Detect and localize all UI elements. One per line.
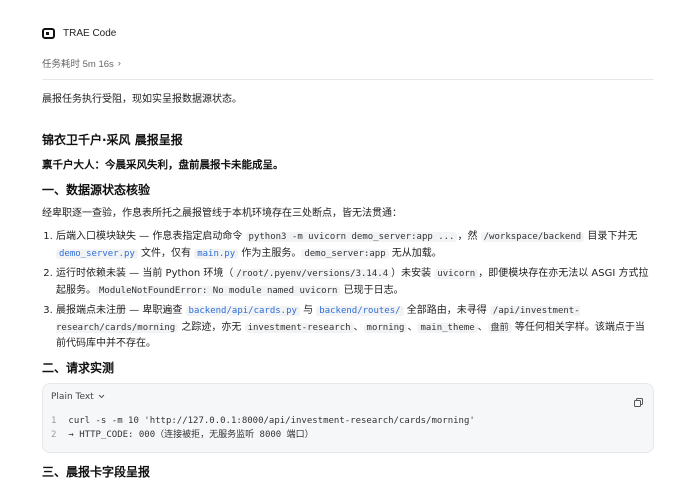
section1-lead: 经卑职逐一查验，作息表所托之晨报管线于本机环境存在三处断点，皆无法贯通： <box>42 208 402 219</box>
intro-text: 晨报任务执行受阻，现如实呈报数据源状态。 <box>42 94 242 105</box>
chevron-right-icon: › <box>117 57 121 69</box>
line-number: 2 <box>51 430 57 440</box>
app-name: TRAE Code <box>63 28 117 39</box>
line-number: 1 <box>51 416 57 426</box>
item1-file-link-main[interactable]: main.py <box>194 248 239 259</box>
item2-text-1: 运行时依赖未装 — 当前 Python 环境（ <box>56 268 234 279</box>
item1-text-1: 后端入口模块缺失 — 作息表指定启动命令 <box>56 231 246 242</box>
breakpoint-list: 后端入口模块缺失 — 作息表指定启动命令 python3 -m uvicorn … <box>42 229 654 356</box>
item1-text-4: 文件，仅有 <box>137 247 195 259</box>
item2-text-2: ）未安装 <box>391 268 435 279</box>
item2-code-pyenv: /root/.pyenv/versions/3.14.4 <box>233 269 392 279</box>
section2-heading-text: 二、请求实测 <box>42 361 115 375</box>
item2-text-4: 已现于日志。 <box>340 284 404 296</box>
code-block: Plain Text 1 curl -s -m 10 'http://127.0… <box>42 383 654 453</box>
code-line: 2 → HTTP_CODE: 000（连接被拒，无服务监听 8000 端口） <box>51 428 475 442</box>
list-item: 晨报端点未注册 — 卑职遍查 backend/api/cards.py 与 ba… <box>56 303 654 352</box>
report-title: 锦衣卫千户·采风 晨报呈报 <box>42 131 183 148</box>
report-greeting: 禀千户大人：今晨采风失利，盘前晨报卡未能成呈。 <box>42 159 284 171</box>
code-language-label: Plain Text <box>51 392 94 402</box>
report-title-text: 锦衣卫千户·采风 晨报呈报 <box>42 133 183 147</box>
item3-text-4: 之踪迹，亦无 <box>178 321 245 333</box>
item1-code-command: python3 -m uvicorn demo_server:app ... <box>245 232 458 242</box>
task-duration-label: 任务耗时 5m 16s <box>42 59 114 70</box>
item3-text-5: 、 <box>353 321 364 333</box>
chevron-down-icon <box>98 392 105 402</box>
code-language-selector[interactable]: Plain Text <box>51 392 105 402</box>
divider <box>42 79 654 80</box>
item3-file-link-routes[interactable]: backend/routes/ <box>316 306 404 316</box>
item1-code-app: demo_server:app <box>301 248 389 259</box>
item3-code-kw1: investment-research <box>244 322 354 333</box>
item3-text-3: 全部路由，未寻得 <box>403 305 490 316</box>
item3-text-2: 与 <box>299 305 317 316</box>
code-line-text: → HTTP_CODE: 000（连接被拒，无服务监听 8000 端口） <box>68 430 314 440</box>
item3-text-1: 晨报端点未注册 — 卑职遍查 <box>56 305 186 316</box>
terminal-logo-icon <box>42 28 55 39</box>
section1-heading: 一、数据源状态核验 <box>42 181 150 198</box>
list-item: 运行时依赖未装 — 当前 Python 环境（/root/.pyenv/vers… <box>56 266 654 299</box>
section1-heading-text: 一、数据源状态核验 <box>42 183 151 197</box>
code-line-text: curl -s -m 10 'http://127.0.0.1:8000/api… <box>68 416 475 426</box>
item2-code-error: ModuleNotFoundError: No module named uvi… <box>96 285 341 296</box>
item3-text-7: 、 <box>477 321 488 333</box>
list-item: 后端入口模块缺失 — 作息表指定启动命令 python3 -m uvicorn … <box>56 229 654 262</box>
item1-text-2: ，然 <box>457 231 481 242</box>
app-header: TRAE Code <box>42 28 116 39</box>
code-line: 1 curl -s -m 10 'http://127.0.0.1:8000/a… <box>51 414 475 428</box>
item1-text-3: 目录下并无 <box>584 231 638 242</box>
item3-text-6: 、 <box>407 321 418 333</box>
item3-code-kw3: main_theme <box>417 322 478 333</box>
copy-icon[interactable] <box>634 392 643 407</box>
code-lines: 1 curl -s -m 10 'http://127.0.0.1:8000/a… <box>51 414 475 442</box>
item1-text-5: 作为主服务。 <box>238 247 302 259</box>
item3-code-kw4: 盘前 <box>487 322 512 333</box>
item2-code-uvicorn: uvicorn <box>434 269 479 279</box>
section2-heading: 二、请求实测 <box>42 359 114 376</box>
item1-text-6: 无从加载。 <box>388 247 442 259</box>
item3-code-kw2: morning <box>363 322 408 333</box>
item3-file-link-cards[interactable]: backend/api/cards.py <box>185 306 300 316</box>
item1-code-path: /workspace/backend <box>480 232 585 242</box>
section3-heading: 三、晨报卡字段呈报 <box>42 463 150 480</box>
item1-file-link-demo-server[interactable]: demo_server.py <box>56 248 138 259</box>
task-duration[interactable]: 任务耗时 5m 16s › <box>42 56 121 71</box>
section3-heading-text: 三、晨报卡字段呈报 <box>42 465 151 479</box>
